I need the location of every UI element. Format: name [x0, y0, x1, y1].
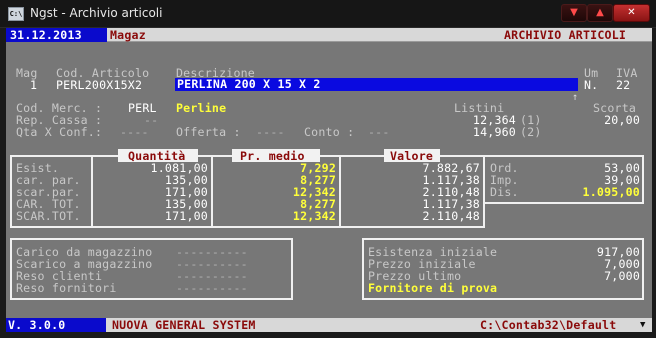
conto-value[interactable]: --- [368, 126, 390, 138]
header-company: Magaz [110, 28, 146, 42]
listino-2-value[interactable]: 14,960 [436, 126, 516, 138]
qta-conf-value[interactable]: ---- [120, 126, 149, 138]
window-title: Ngst - Archivio articoli [30, 6, 163, 20]
title-bar[interactable]: C:\ Ngst - Archivio articoli ▼ ▲ ✕ [0, 0, 656, 28]
conto-label: Conto : [304, 125, 355, 139]
offerta-label: Offerta : [176, 125, 241, 139]
mag-value[interactable]: 1 [30, 79, 37, 91]
causale-reso-fornitori-label: Reso fornitori [16, 281, 117, 295]
header-module: ARCHIVIO ARTICOLI [504, 28, 627, 42]
header-date: 31.12.2013 [10, 28, 82, 42]
data-path: C:\Contab32\Default [480, 318, 617, 332]
offerta-value[interactable]: ---- [256, 126, 285, 138]
minimize-button[interactable]: ▼ [561, 4, 587, 22]
fornitore-value: Fornitore di prova [368, 281, 498, 295]
maximize-button[interactable]: ▲ [587, 4, 613, 22]
status-bar: V. 3.0.0 NUOVA GENERAL SYSTEM C:\Contab3… [6, 318, 652, 332]
listino-2-index: (2) [520, 125, 542, 139]
causale-reso-fornitori-value[interactable]: ---------- [176, 282, 248, 294]
qta-conf-label: Qta X Conf.: [16, 125, 103, 139]
dis-value: 1.095,00 [582, 185, 640, 199]
um-value[interactable]: N. [584, 79, 598, 91]
scorta-value[interactable]: 20,00 [560, 114, 640, 126]
article-code-field[interactable]: PERL200X15X2 [56, 79, 142, 91]
dis-label: Dis. [490, 185, 519, 199]
version-label: V. 3.0.0 [8, 318, 66, 332]
app-icon: C:\ [8, 7, 24, 21]
cod-merc-description: Perline [176, 101, 227, 115]
window-frame-right [652, 28, 656, 338]
window-frame-bottom [0, 332, 656, 338]
version-cell: V. 3.0.0 [6, 318, 106, 332]
header-bar: 31.12.2013 Magaz ARCHIVIO ARTICOLI [6, 28, 652, 42]
text-cursor-icon: ↑ [572, 92, 579, 103]
system-name: NUOVA GENERAL SYSTEM [112, 318, 256, 332]
description-field[interactable]: PERLINA 200 X 15 X 2 [175, 78, 578, 91]
date-cell: 31.12.2013 [6, 28, 107, 42]
description-value: PERLINA 200 X 15 X 2 [177, 77, 321, 91]
medio-scar-tot: 12,342 [292, 209, 336, 223]
quantita-scar-tot: 171,00 [164, 209, 208, 223]
iva-value[interactable]: 22 [616, 79, 630, 91]
prezzo-ultimo-value: 7,000 [604, 269, 640, 283]
close-button[interactable]: ✕ [613, 4, 650, 22]
valore-scar-tot: 2.110,48 [422, 209, 480, 223]
row-label-scar-tot: SCAR.TOT. [16, 209, 81, 223]
scroll-down-icon[interactable]: ▼ [640, 319, 646, 331]
medio-title: Pr. medio [240, 149, 305, 163]
